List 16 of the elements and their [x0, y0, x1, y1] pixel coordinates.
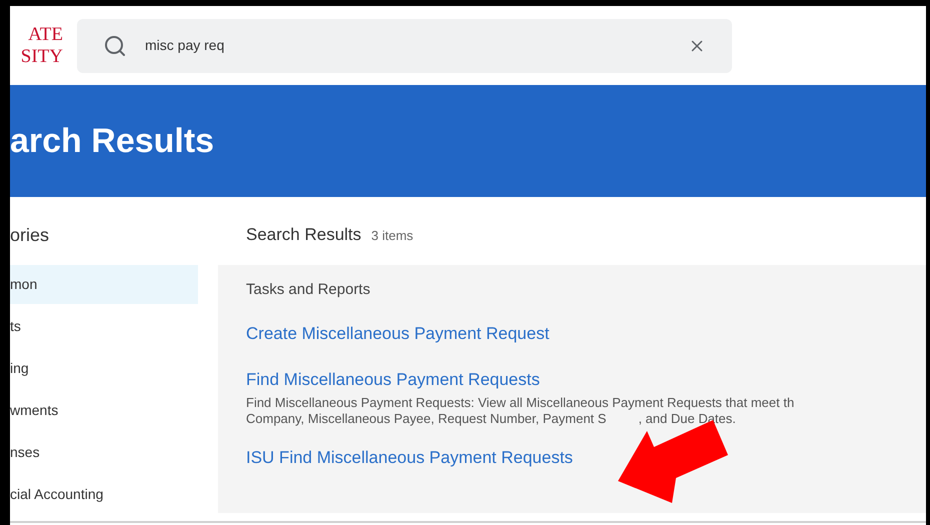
results-heading: Search Results — [246, 224, 362, 246]
logo-text: SITY — [20, 46, 63, 68]
result-description: Find Miscellaneous Payment Requests: View all Miscellaneous Payment Requests that meet th — [246, 395, 796, 411]
search-input[interactable]: misc pay req — [145, 35, 670, 56]
result-description: Company, Miscellaneous Payee, Request Number, Payment S — [246, 411, 606, 427]
result-link[interactable]: ISU Find Miscellaneous Payment Requests — [246, 443, 573, 473]
result-link[interactable]: Create Miscellaneous Payment Request — [246, 319, 550, 349]
search-icon — [103, 34, 127, 58]
page-title: arch Results — [10, 120, 214, 162]
logo-text: ATE — [28, 24, 63, 46]
group-heading: Tasks and Reports — [246, 280, 372, 300]
sidebar-heading: ories — [10, 224, 50, 247]
category-item[interactable]: mon — [10, 265, 198, 304]
search-field[interactable]: misc pay req — [77, 18, 732, 72]
result-link[interactable]: Find Miscellaneous Payment Requests — [246, 365, 540, 395]
results-count: 3 items — [371, 227, 414, 245]
